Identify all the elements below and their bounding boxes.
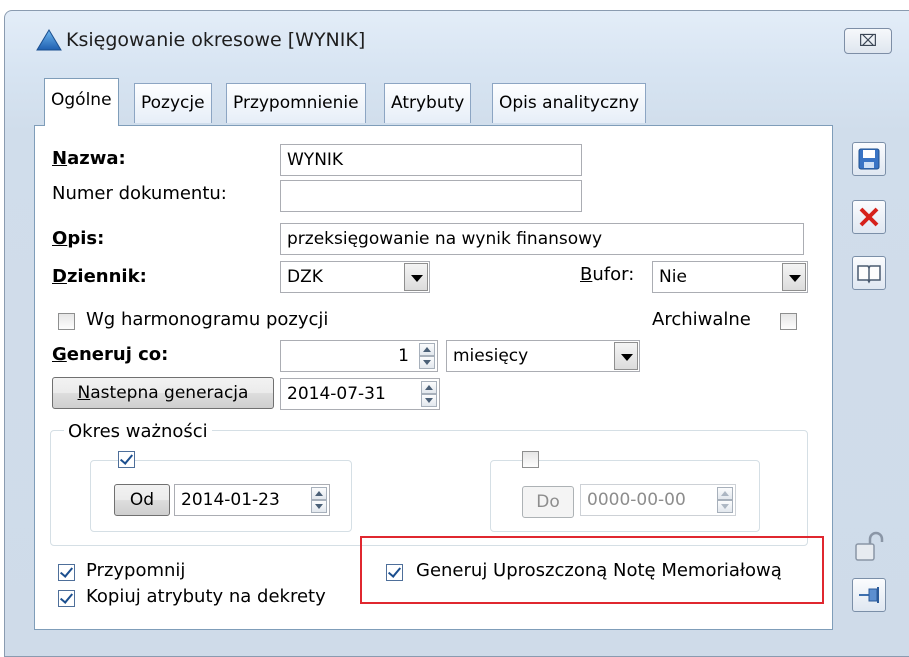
od-date-input[interactable]: 2014-01-23 (174, 484, 330, 516)
bufor-label-text: ufor: (592, 264, 635, 285)
nazwa-label-text: azwa: (67, 148, 126, 169)
generuj-co-unit-select[interactable]: miesięcy (446, 340, 640, 372)
bufor-select[interactable]: Nie (652, 261, 808, 293)
numer-dokumentu-input[interactable] (280, 180, 582, 212)
tab-label: Atrybuty (391, 93, 465, 113)
nastepna-button-text: astepna generacja (90, 383, 249, 403)
bufor-value: Nie (659, 267, 687, 287)
generuj-co-unit-value: miesięcy (453, 346, 529, 366)
help-button[interactable] (852, 256, 886, 290)
stepper-arrows-icon[interactable] (419, 343, 435, 369)
app-triangle-icon (36, 28, 62, 52)
archiwalne-checkbox[interactable] (780, 313, 797, 330)
nazwa-label: Nazwa: (52, 148, 126, 169)
tab-pozycje[interactable]: Pozycje (134, 83, 212, 123)
dziennik-label: Dziennik: (52, 266, 147, 287)
close-button[interactable]: ⌧ (844, 28, 892, 54)
archiwalne-label: Archiwalne (652, 309, 751, 330)
generuj-co-stepper[interactable]: 1 (280, 340, 438, 372)
od-date-value: 2014-01-23 (181, 490, 280, 510)
tab-przypomnienie[interactable]: Przypomnienie (226, 83, 366, 123)
save-button[interactable] (852, 142, 886, 176)
stepper-arrows-icon[interactable] (421, 381, 437, 407)
dziennik-label-text: ziennik: (66, 266, 147, 287)
tab-atrybuty[interactable]: Atrybuty (384, 83, 472, 123)
przypomnij-checkbox[interactable] (58, 564, 75, 581)
opis-label: Opis: (52, 228, 105, 249)
wg-harmonogramu-label: Wg harmonogramu pozycji (86, 309, 329, 330)
close-icon: ⌧ (858, 31, 878, 50)
generuj-co-value: 1 (398, 346, 409, 366)
tab-label: Pozycje (141, 93, 205, 113)
od-checkbox[interactable] (118, 451, 135, 468)
tab-label: Opis analityczny (499, 93, 640, 113)
save-icon (858, 148, 880, 170)
nazwa-input[interactable]: WYNIK (280, 144, 582, 176)
tab-label: Przypomnienie (233, 93, 359, 113)
nastepna-generacja-value: 2014-07-31 (287, 384, 386, 404)
chevron-down-icon[interactable] (404, 263, 428, 291)
chevron-down-icon[interactable] (782, 263, 806, 291)
generuj-co-label: Generuj co: (52, 344, 169, 365)
przypomnij-label: Przypomnij (86, 560, 186, 581)
padlock-icon (855, 531, 884, 561)
do-button[interactable]: Do (522, 486, 574, 518)
opis-input[interactable]: przeksięgowanie na wynik finansowy (280, 223, 804, 255)
kopiuj-atrybuty-label: Kopiuj atrybuty na dekrety (86, 586, 326, 607)
book-icon (857, 265, 881, 284)
stepper-arrows-icon[interactable] (311, 487, 327, 513)
opis-label-text: pis: (67, 228, 105, 249)
cancel-icon (859, 207, 879, 227)
tab-ogolne[interactable]: Ogólne (44, 78, 119, 126)
do-checkbox[interactable] (522, 451, 539, 468)
nastepna-generacja-button[interactable]: Nastepna generacja (52, 377, 274, 409)
nastepna-generacja-date[interactable]: 2014-07-31 (280, 378, 440, 410)
kopiuj-atrybuty-checkbox[interactable] (58, 590, 75, 607)
numer-dokumentu-label: Numer dokumentu: (52, 183, 227, 204)
generuj-co-label-text: eneruj co: (66, 344, 169, 365)
chevron-down-icon[interactable] (614, 342, 638, 370)
cancel-button[interactable] (852, 200, 886, 234)
okres-waznosci-title: Okres ważności (64, 421, 212, 442)
od-button[interactable]: Od (114, 484, 170, 516)
bufor-label: Bufor: (580, 264, 635, 285)
wg-harmonogramu-checkbox[interactable] (58, 313, 75, 330)
tab-opis-analityczny[interactable]: Opis analityczny (492, 83, 647, 123)
stepper-arrows-icon[interactable] (717, 487, 733, 513)
do-date-value: 0000-00-00 (587, 490, 686, 510)
window-title: Księgowanie okresowe [WYNIK] (66, 29, 366, 51)
tab-label: Ogólne (51, 90, 112, 110)
pin-icon (859, 587, 879, 603)
lock-button[interactable] (852, 530, 886, 564)
pin-button[interactable] (852, 578, 886, 612)
dziennik-select[interactable]: DZK (280, 261, 430, 293)
dziennik-value: DZK (287, 267, 323, 287)
do-date-input[interactable]: 0000-00-00 (580, 484, 736, 516)
highlight-frame (360, 536, 824, 604)
